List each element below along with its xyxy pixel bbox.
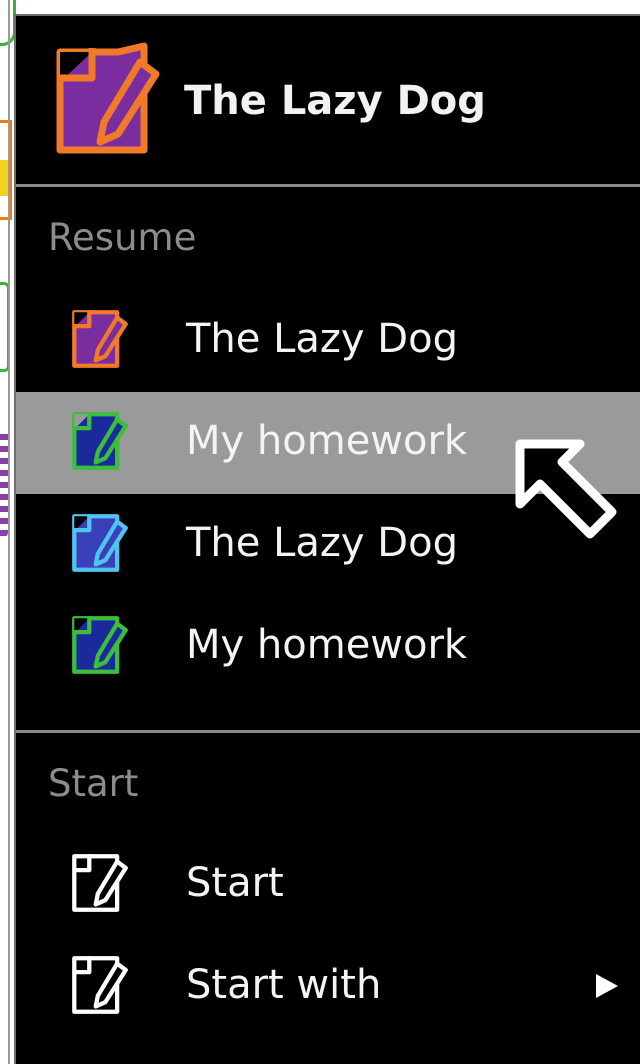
menu-title: The Lazy Dog xyxy=(184,78,486,124)
resume-item-label: The Lazy Dog xyxy=(186,316,458,362)
mouse-pointer-icon xyxy=(515,439,617,539)
background-shape xyxy=(0,160,8,196)
start-item-label: Start xyxy=(186,860,284,906)
divider xyxy=(16,184,640,187)
background-frame xyxy=(8,0,10,1064)
document-pen-icon xyxy=(72,310,128,368)
resume-item-label: My homework xyxy=(186,622,468,668)
resume-item[interactable]: My homework xyxy=(16,596,640,698)
start-item-label: Start with xyxy=(186,962,382,1008)
document-pen-icon xyxy=(72,514,128,572)
divider xyxy=(16,730,640,733)
blank-document-pen-icon xyxy=(72,956,128,1014)
menu-header: The Lazy Dog xyxy=(16,16,640,186)
blank-document-pen-icon xyxy=(72,854,128,912)
start-with-item[interactable]: Start with xyxy=(16,936,640,1038)
resume-item-label: My homework xyxy=(186,418,468,464)
submenu-arrow-icon xyxy=(596,974,618,998)
resume-item[interactable]: The Lazy Dog xyxy=(16,290,640,392)
background-shape xyxy=(0,428,8,538)
section-label-resume: Resume xyxy=(48,216,197,259)
screen: The Lazy Dog Resume The Lazy Dog My home… xyxy=(0,0,640,1064)
resume-item-label: The Lazy Dog xyxy=(186,520,458,566)
document-pen-icon xyxy=(56,42,160,154)
document-pen-icon xyxy=(72,412,128,470)
document-pen-icon xyxy=(72,616,128,674)
section-label-start: Start xyxy=(48,762,139,805)
start-item[interactable]: Start xyxy=(16,834,640,936)
